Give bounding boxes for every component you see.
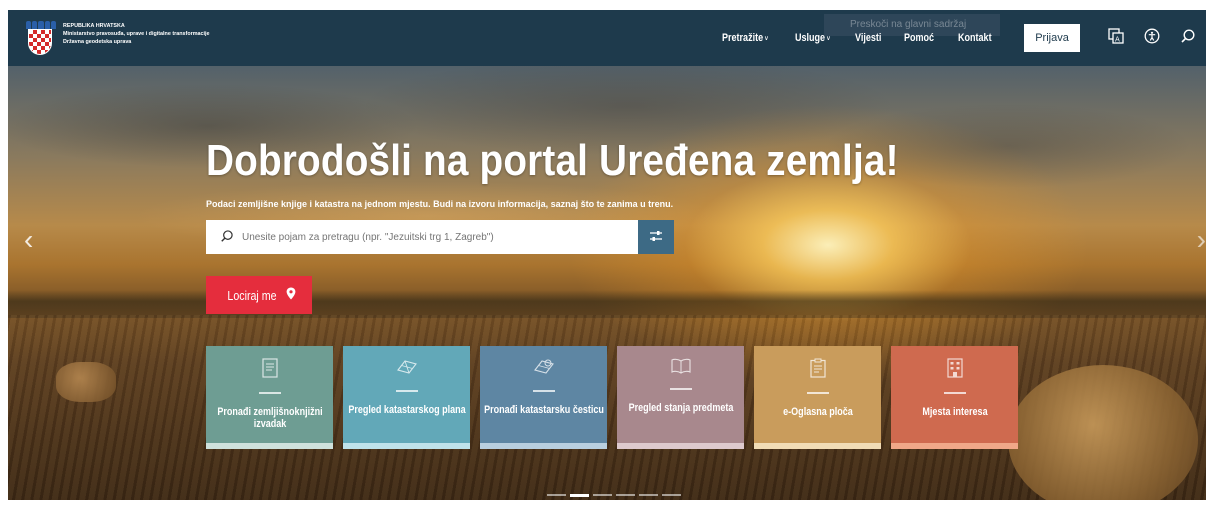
- carousel-dot[interactable]: [662, 494, 681, 496]
- top-navigation-bar: Preskoči na glavni sadržaj REPUBLIKA HRV…: [8, 10, 1206, 66]
- tile-cadastral-plan[interactable]: Pregled katastarskog plana: [343, 346, 470, 449]
- carousel-dot[interactable]: [593, 494, 612, 496]
- carousel-next-chevron-right-icon[interactable]: ›: [1197, 224, 1206, 256]
- parcel-icon: [533, 358, 555, 381]
- chevron-down-icon: ˅: [827, 36, 831, 43]
- document-icon: [261, 358, 278, 383]
- tile-e-notice-board[interactable]: e-Oglasna ploča: [754, 346, 881, 449]
- organization-name: REPUBLIKA HRVATSKA Ministarstvo pravosuđ…: [63, 23, 210, 45]
- hero-subtitle: Podaci zemljišne knjige i katastra na je…: [206, 199, 674, 209]
- carousel-dot[interactable]: [547, 494, 566, 496]
- chevron-down-icon: ˅: [764, 36, 769, 43]
- carousel-prev-chevron-left-icon[interactable]: ‹: [24, 224, 33, 256]
- building-icon: [946, 358, 963, 383]
- tile-case-status[interactable]: Pregled stanja predmeta: [617, 346, 744, 449]
- nav-pomoc[interactable]: Pomoć: [904, 32, 934, 44]
- carousel-indicators: [547, 494, 681, 497]
- map-plan-icon: [396, 358, 418, 381]
- croatian-coat-of-arms-logo[interactable]: [26, 21, 57, 57]
- nav-vijesti[interactable]: Vijesti: [855, 32, 881, 44]
- carousel-dot[interactable]: [616, 494, 635, 496]
- page: Preskoči na glavni sadržaj REPUBLIKA HRV…: [8, 10, 1206, 500]
- main-navigation: Pretražite ˅ Usluge ˅ Vijesti Pomoć Kontak…: [722, 24, 1206, 52]
- nav-pretrazite[interactable]: Pretražite ˅: [722, 32, 768, 44]
- tile-points-of-interest[interactable]: Mjesta interesa: [891, 346, 1018, 449]
- quick-service-tiles: Pronađi zemljišnoknjižni izvadak Pregled…: [206, 346, 1018, 449]
- carousel-dot-active[interactable]: [570, 494, 589, 497]
- tile-land-registry-extract[interactable]: Pronađi zemljišnoknjižni izvadak: [206, 346, 333, 449]
- search-icon: [212, 229, 242, 246]
- login-button[interactable]: Prijava: [1024, 24, 1080, 52]
- nav-kontakt[interactable]: Kontakt: [958, 32, 992, 44]
- location-pin-icon: [286, 287, 296, 303]
- tile-find-cadastral-parcel[interactable]: Pronađi katastarsku česticu: [480, 346, 607, 449]
- svg-text:A: A: [1115, 35, 1120, 43]
- search-icon[interactable]: [1170, 28, 1206, 49]
- clipboard-icon: [809, 358, 826, 383]
- locate-me-button[interactable]: Lociraj me: [206, 276, 312, 314]
- carousel-dot[interactable]: [639, 494, 658, 496]
- search-box: [206, 220, 638, 254]
- language-icon[interactable]: A: [1098, 27, 1134, 49]
- advanced-filter-button[interactable]: [638, 220, 674, 254]
- search-input[interactable]: [242, 231, 622, 243]
- accessibility-icon[interactable]: [1134, 28, 1170, 49]
- nav-usluge[interactable]: Usluge ˅: [795, 32, 830, 44]
- hay-bale-image: [56, 362, 116, 402]
- hero-title: Dobrodošli na portal Uređena zemlja!: [206, 136, 899, 185]
- filter-sliders-icon: [649, 230, 663, 245]
- book-icon: [670, 358, 692, 379]
